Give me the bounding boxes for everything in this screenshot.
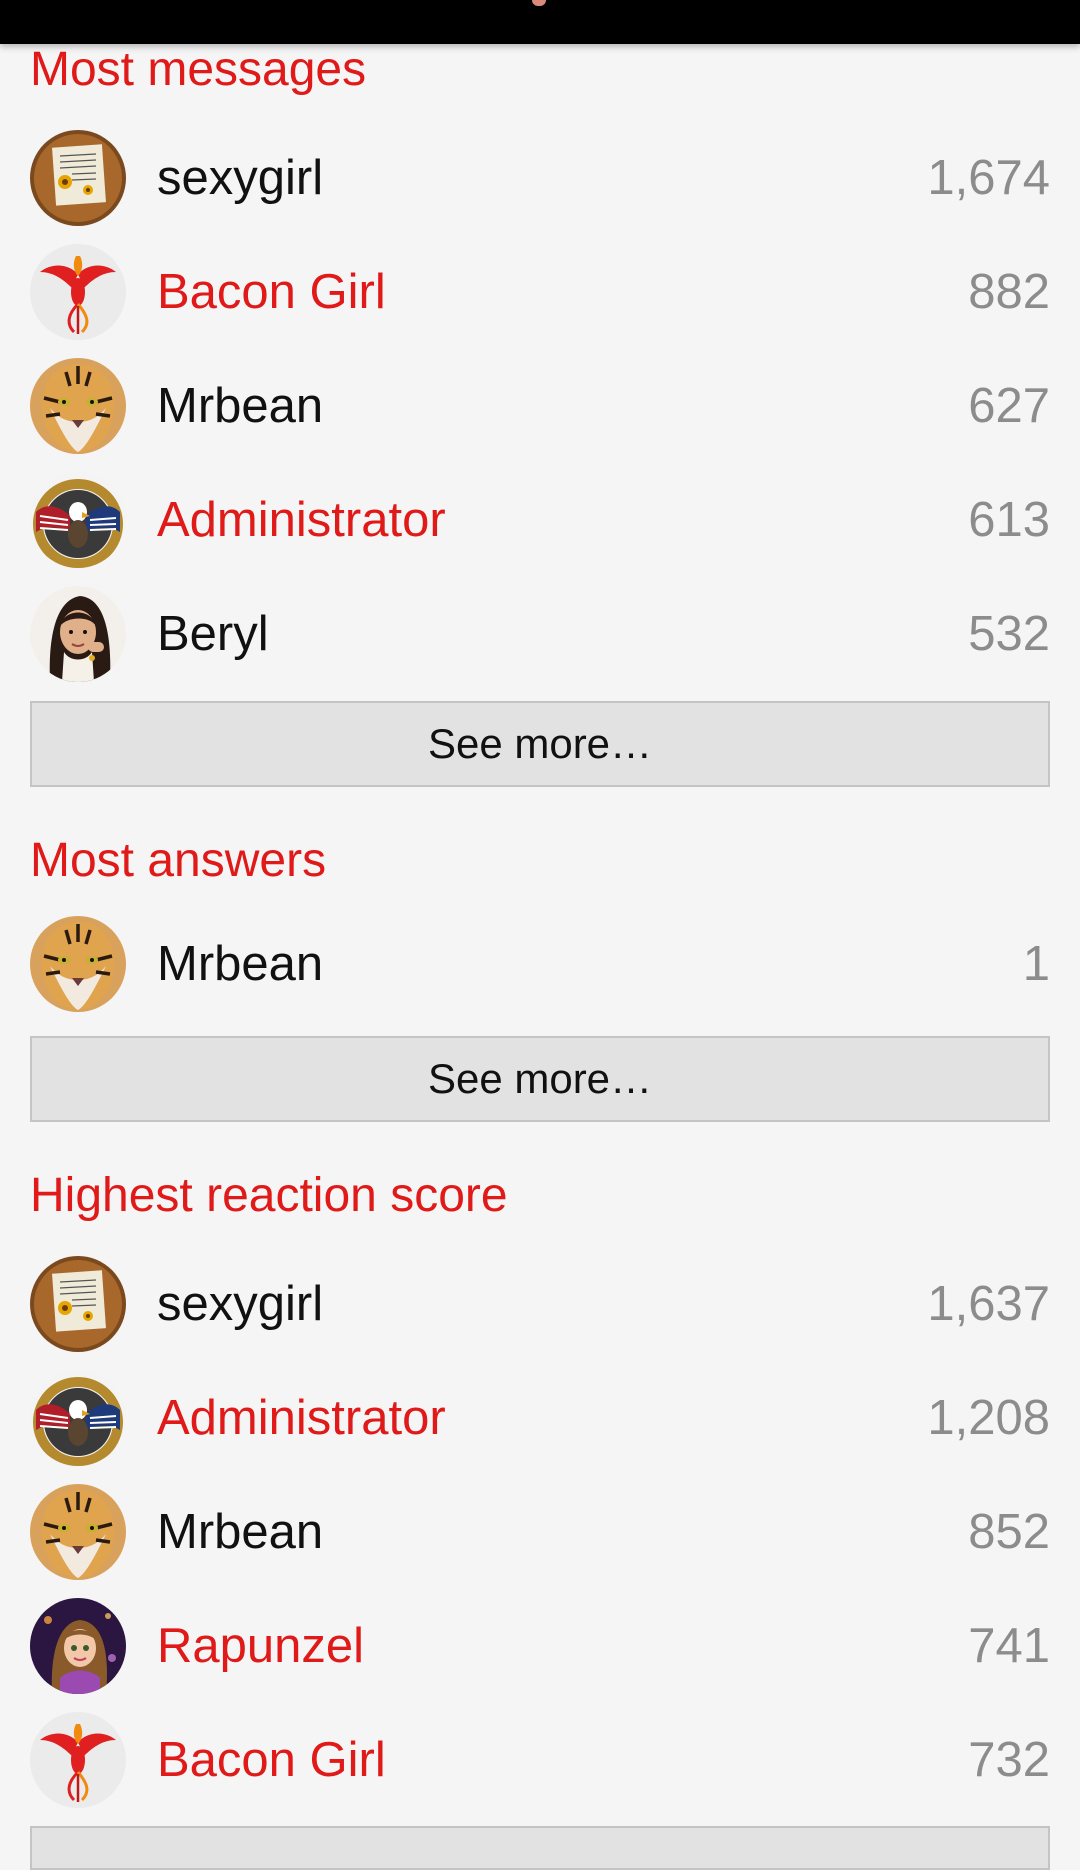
- member-row[interactable]: Bacon Girl 882: [30, 244, 1050, 340]
- member-name[interactable]: Bacon Girl: [157, 266, 386, 318]
- member-count: 741: [968, 1619, 1050, 1673]
- eagle-seal-avatar[interactable]: [30, 472, 126, 568]
- member-count: 852: [968, 1505, 1050, 1559]
- member-row[interactable]: Administrator 613: [30, 472, 1050, 568]
- section-title-most-answers[interactable]: Most answers: [30, 833, 326, 888]
- section-title-most-messages[interactable]: Most messages: [30, 42, 366, 97]
- member-row[interactable]: Mrbean 852: [30, 1484, 1050, 1580]
- member-name[interactable]: Bacon Girl: [157, 1734, 386, 1786]
- sunflower-note-avatar[interactable]: [30, 1256, 126, 1352]
- member-row[interactable]: Rapunzel 741: [30, 1598, 1050, 1694]
- member-name[interactable]: Rapunzel: [157, 1620, 364, 1672]
- member-name[interactable]: Mrbean: [157, 1506, 323, 1558]
- phoenix-avatar[interactable]: [30, 1712, 126, 1808]
- member-count: 1,674: [927, 151, 1050, 205]
- tiger-avatar[interactable]: [30, 358, 126, 454]
- member-count: 1,208: [927, 1391, 1050, 1445]
- member-count: 882: [968, 265, 1050, 319]
- status-bar: [0, 0, 1080, 44]
- member-row[interactable]: Mrbean 1: [30, 916, 1050, 1012]
- tiger-avatar[interactable]: [30, 916, 126, 1012]
- see-more-button-partial[interactable]: [30, 1826, 1050, 1870]
- phoenix-avatar[interactable]: [30, 244, 126, 340]
- member-name[interactable]: Beryl: [157, 608, 269, 660]
- see-more-button[interactable]: See more…: [30, 701, 1050, 787]
- member-row[interactable]: Administrator 1,208: [30, 1370, 1050, 1466]
- member-count: 732: [968, 1733, 1050, 1787]
- member-name[interactable]: Mrbean: [157, 938, 323, 990]
- status-indicator: [532, 0, 546, 6]
- member-row[interactable]: sexygirl 1,674: [30, 130, 1050, 226]
- member-count: 627: [968, 379, 1050, 433]
- woman-portrait-avatar[interactable]: [30, 586, 126, 682]
- member-count: 1: [1022, 937, 1050, 991]
- member-name[interactable]: Administrator: [157, 494, 446, 546]
- member-row[interactable]: Beryl 532: [30, 586, 1050, 682]
- section-title-highest-reaction-score[interactable]: Highest reaction score: [30, 1168, 508, 1223]
- member-row[interactable]: Bacon Girl 732: [30, 1712, 1050, 1808]
- tiger-avatar[interactable]: [30, 1484, 126, 1580]
- member-row[interactable]: Mrbean 627: [30, 358, 1050, 454]
- eagle-seal-avatar[interactable]: [30, 1370, 126, 1466]
- sunflower-note-avatar[interactable]: [30, 130, 126, 226]
- member-name[interactable]: Mrbean: [157, 380, 323, 432]
- rapunzel-avatar[interactable]: [30, 1598, 126, 1694]
- member-name[interactable]: sexygirl: [157, 1278, 323, 1330]
- member-count: 532: [968, 607, 1050, 661]
- member-count: 613: [968, 493, 1050, 547]
- member-name[interactable]: Administrator: [157, 1392, 446, 1444]
- member-count: 1,637: [927, 1277, 1050, 1331]
- see-more-button[interactable]: See more…: [30, 1036, 1050, 1122]
- member-name[interactable]: sexygirl: [157, 152, 323, 204]
- member-row[interactable]: sexygirl 1,637: [30, 1256, 1050, 1352]
